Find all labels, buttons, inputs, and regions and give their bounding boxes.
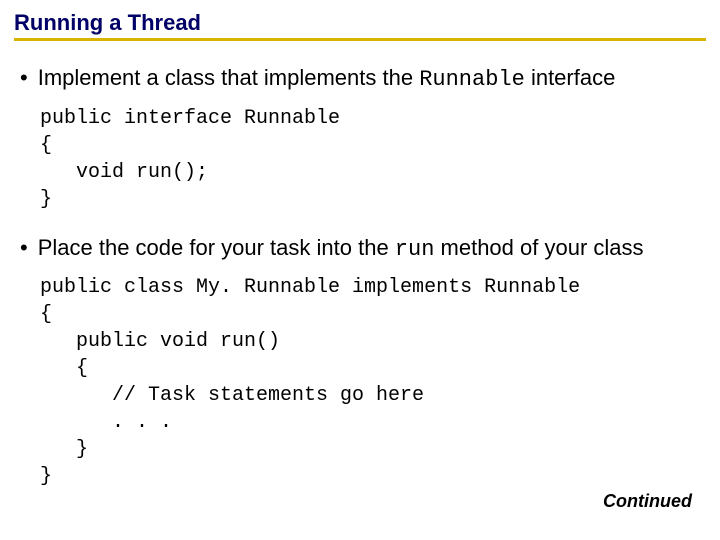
bullet-item-2: • Place the code for your task into the … [20,233,706,265]
bullet-prefix: Implement a class that implements the [38,65,420,90]
bullet-code: Runnable [419,67,525,92]
code-block-1: public interface Runnable { void run(); … [40,105,706,213]
bullet-marker: • [20,237,28,259]
title-text: Running a Thread [14,10,201,35]
bullet-marker: • [20,67,28,89]
slide: Running a Thread • Implement a class tha… [0,0,720,540]
bullet-text: Place the code for your task into the ru… [38,233,706,265]
title-underline [14,38,706,41]
bullet-text: Implement a class that implements the Ru… [38,63,706,95]
bullet-item-1: • Implement a class that implements the … [20,63,706,95]
bullet-suffix: interface [525,65,616,90]
bullet-suffix: method of your class [434,235,643,260]
code-block-2: public class My. Runnable implements Run… [40,274,706,490]
bullet-prefix: Place the code for your task into the [38,235,395,260]
slide-title: Running a Thread [14,10,706,45]
continued-label: Continued [603,491,692,512]
bullet-code: run [395,237,435,262]
